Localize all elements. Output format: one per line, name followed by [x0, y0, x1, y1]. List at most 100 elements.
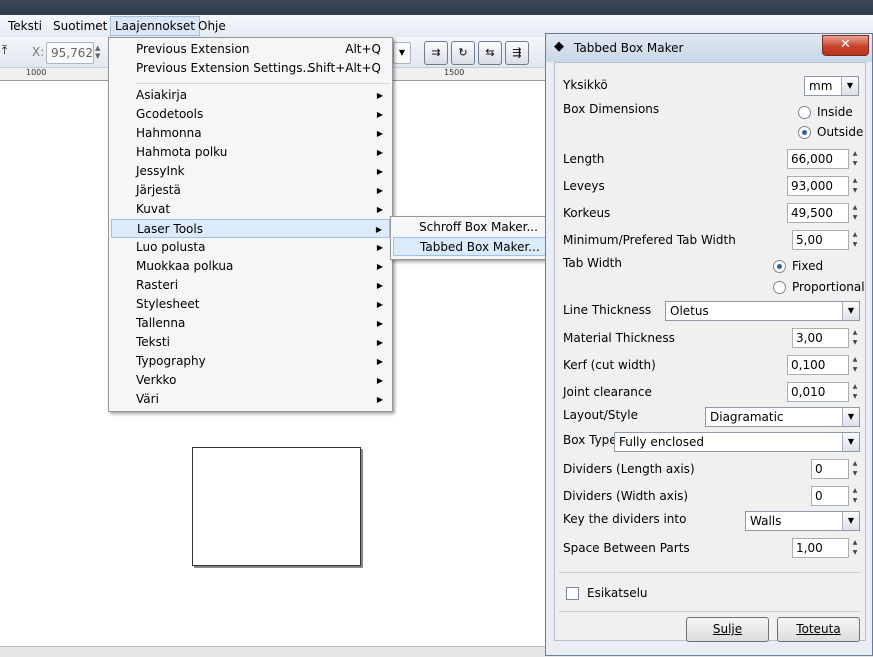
x-label: X: [32, 45, 45, 59]
width-input[interactable]: 93,000 ▲ ▼ [787, 176, 857, 196]
menu-hahmonna[interactable]: Hahmonna ▶ [111, 124, 390, 143]
transform-stroke-icon[interactable]: ⇉ [424, 41, 448, 65]
menu-teksti-ext[interactable]: Teksti ▶ [111, 333, 390, 352]
radio-proportional-label: Proportional [792, 280, 865, 294]
menu-rasteri[interactable]: Rasteri ▶ [111, 276, 390, 295]
space-between-input[interactable]: 1,00 ▲ ▼ [792, 538, 857, 558]
unit-select[interactable]: mm ▼ [804, 76, 859, 96]
dividers-length-input[interactable]: 0 ▲ ▼ [811, 459, 857, 479]
laser-tools-submenu: Schroff Box Maker... Tabbed Box Maker... [390, 216, 552, 260]
transform-gradient-icon[interactable]: ⇆ [478, 41, 502, 65]
tab-width-min-label: Minimum/Prefered Tab Width [563, 233, 736, 247]
material-thickness-label: Material Thickness [563, 331, 675, 345]
menu-tabbed-box-maker[interactable]: Tabbed Box Maker... [393, 237, 549, 256]
spin-arrows-icon[interactable]: ▲ ▼ [850, 176, 860, 196]
menu-hahmota-polku[interactable]: Hahmota polku ▶ [111, 143, 390, 162]
dividers-width-label: Dividers (Width axis) [563, 489, 689, 503]
height-label: Korkeus [563, 206, 611, 220]
apply-button[interactable]: Toteuta [777, 617, 860, 642]
window-title-strip [0, 0, 873, 15]
spin-arrows-icon[interactable]: ▲ ▼ [850, 355, 860, 375]
x-spin-icon[interactable]: ▲ ▼ [95, 44, 100, 60]
spin-arrows-icon[interactable]: ▲ ▼ [850, 203, 860, 223]
dialog-body: Yksikkö mm ▼ Box Dimensions Inside Outsi… [554, 62, 866, 641]
radio-fixed[interactable] [773, 260, 786, 273]
tab-width-min-input[interactable]: 5,00 ▲ ▼ [792, 230, 857, 250]
submenu-arrow-icon: ▶ [376, 300, 383, 309]
submenu-arrow-icon: ▶ [376, 205, 383, 214]
radio-proportional[interactable] [773, 281, 786, 294]
spin-arrows-icon[interactable]: ▲ ▼ [850, 459, 860, 479]
line-thickness-select[interactable]: Oletus ▼ [665, 301, 860, 321]
ruler-tick: 1500 [444, 68, 465, 77]
submenu-arrow-icon: ▶ [376, 110, 383, 119]
menu-laajennokset[interactable]: Laajennokset [110, 16, 200, 36]
height-input[interactable]: 49,500 ▲ ▼ [787, 203, 857, 223]
layout-style-select[interactable]: Diagramatic ▼ [705, 407, 860, 427]
submenu-arrow-icon: ▶ [376, 262, 383, 271]
divider [559, 611, 861, 612]
radio-outside[interactable] [798, 126, 811, 139]
menu-asiakirja[interactable]: Asiakirja ▶ [111, 86, 390, 105]
menu-ohje[interactable]: Ohje [194, 17, 230, 35]
joint-clearance-input[interactable]: 0,010 ▲ ▼ [787, 382, 857, 402]
width-label: Leveys [563, 179, 605, 193]
key-dividers-select[interactable]: Walls ▼ [745, 511, 860, 531]
chevron-down-icon: ▼ [841, 77, 858, 95]
menu-suotimet[interactable]: Suotimet [49, 17, 111, 35]
menu-verkko[interactable]: Verkko ▶ [111, 371, 390, 390]
transform-corners-icon[interactable]: ↻ [451, 41, 475, 65]
x-coordinate-input[interactable]: 95,762 [46, 42, 94, 64]
box-type-select[interactable]: Fully enclosed ▼ [614, 432, 860, 452]
spin-arrows-icon[interactable]: ▲ ▼ [850, 328, 860, 348]
submenu-arrow-icon: ▶ [376, 395, 383, 404]
spin-arrows-icon[interactable]: ▲ ▼ [850, 149, 860, 169]
length-label: Length [563, 152, 605, 166]
spin-arrows-icon[interactable]: ▲ ▼ [850, 538, 860, 558]
chevron-down-icon: ▼ [842, 408, 859, 426]
length-input[interactable]: 66,000 ▲ ▼ [787, 149, 857, 169]
menu-schroff-box-maker[interactable]: Schroff Box Maker... [393, 218, 549, 237]
kerf-input[interactable]: 0,100 ▲ ▼ [787, 355, 857, 375]
close-icon[interactable]: ✕ [822, 35, 869, 56]
menu-tallenna[interactable]: Tallenna ▶ [111, 314, 390, 333]
chevron-down-icon: ▼ [842, 512, 859, 530]
preview-checkbox[interactable] [566, 587, 579, 600]
menu-luo-polusta[interactable]: Luo polusta ▶ [111, 238, 390, 257]
menu-teksti[interactable]: Teksti [4, 17, 46, 35]
menu-jarjesta[interactable]: Järjestä ▶ [111, 181, 390, 200]
transform-pattern-icon[interactable]: ⇶ [505, 41, 529, 65]
submenu-arrow-icon: ▶ [376, 91, 383, 100]
chevron-down-icon: ▼ [842, 302, 859, 320]
unit-dropdown-icon[interactable]: ▼ [393, 42, 411, 64]
menu-vari[interactable]: Väri ▶ [111, 390, 390, 409]
close-button[interactable]: Sulje [686, 617, 769, 642]
radio-inside[interactable] [798, 106, 811, 119]
dividers-width-input[interactable]: 0 ▲ ▼ [811, 486, 857, 506]
spin-arrows-icon[interactable]: ▲ ▼ [850, 230, 860, 250]
spin-arrows-icon[interactable]: ▲ ▼ [850, 486, 860, 506]
material-thickness-input[interactable]: 3,00 ▲ ▼ [792, 328, 857, 348]
submenu-arrow-icon: ▶ [376, 148, 383, 157]
menu-previous-extension[interactable]: Previous Extension Alt+Q [111, 40, 390, 59]
menu-kuvat[interactable]: Kuvat ▶ [111, 200, 390, 219]
menu-gcodetools[interactable]: Gcodetools ▶ [111, 105, 390, 124]
menu-jessyink[interactable]: JessyInk ▶ [111, 162, 390, 181]
dividers-length-label: Dividers (Length axis) [563, 462, 695, 476]
menu-typography[interactable]: Typography ▶ [111, 352, 390, 371]
kerf-label: Kerf (cut width) [563, 358, 656, 372]
joint-clearance-label: Joint clearance [563, 385, 652, 399]
select-arrow-icon[interactable]: ⤒ [2, 43, 7, 58]
menu-muokkaa-polkua[interactable]: Muokkaa polkua ▶ [111, 257, 390, 276]
dialog-titlebar[interactable]: ◆ Tabbed Box Maker ✕ [546, 34, 872, 62]
key-dividers-label: Key the dividers into [563, 512, 687, 526]
tab-width-label: Tab Width [563, 256, 622, 270]
submenu-arrow-icon: ▶ [376, 186, 383, 195]
menu-laser-tools[interactable]: Laser Tools ▶ [111, 219, 390, 238]
document-page[interactable] [192, 447, 361, 566]
menu-stylesheet[interactable]: Stylesheet ▶ [111, 295, 390, 314]
x-value: 95,762 [51, 46, 93, 60]
spin-arrows-icon[interactable]: ▲ ▼ [850, 382, 860, 402]
box-type-label: Box Type [563, 433, 617, 447]
menu-previous-extension-settings[interactable]: Previous Extension Settings... Shift+Alt… [111, 59, 390, 78]
